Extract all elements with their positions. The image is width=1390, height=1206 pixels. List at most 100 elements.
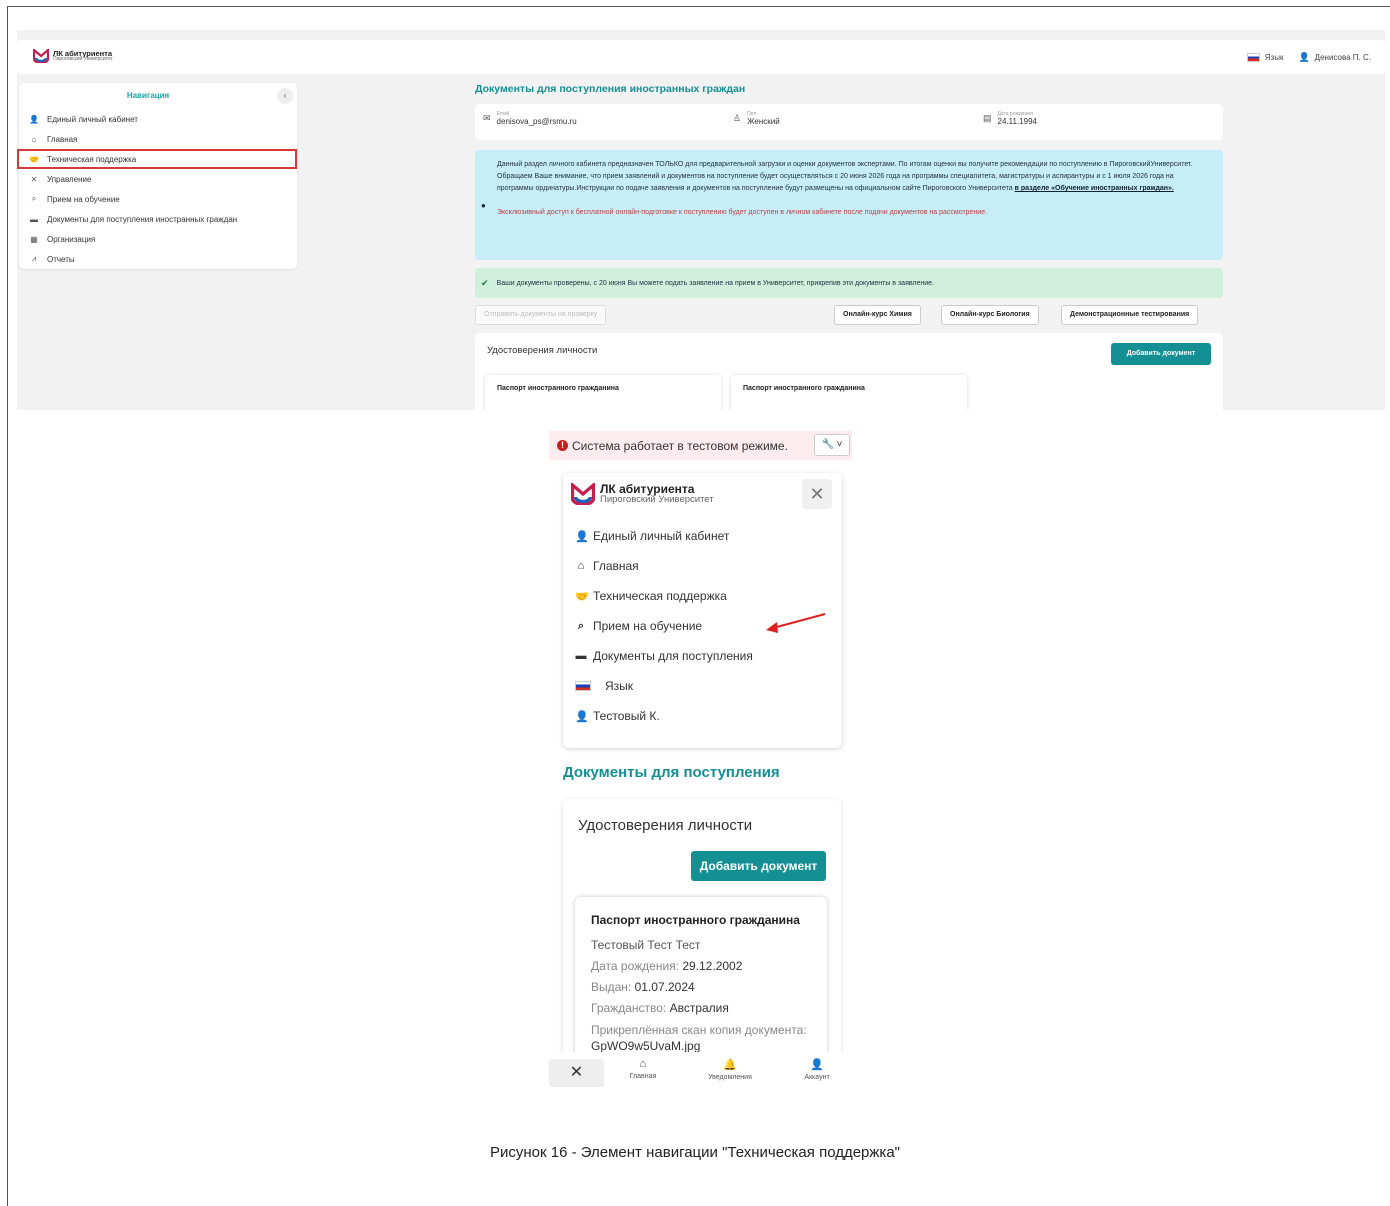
nav-item-tech-support[interactable]: 🤝 Техническая поддержка (17, 149, 297, 169)
info-icon: ● (481, 201, 486, 210)
app-logo[interactable]: ЛК абитуриента Пироговский Университет (33, 49, 113, 63)
nav-list: 👤 Единый личный кабинет ⌂ Главная 🤝 Техниче… (17, 109, 297, 269)
nav-item-label: Организация (47, 234, 96, 244)
menu-item-tech-support[interactable]: 🤝 Техническая поддержка (563, 581, 842, 611)
info-paragraph-2: Обращаем Ваше внимание, что прием заявле… (497, 171, 1211, 195)
menu-item-label: Техническая поддержка (593, 589, 727, 603)
passport-card-1[interactable]: Паспорт иностранного гражданина (485, 375, 721, 410)
nav-item-label: Управление (47, 174, 92, 184)
gender-value: Женский (747, 117, 780, 126)
email-value: denisova_ps@rsmu.ru (496, 117, 577, 126)
menu-item-label: Документы для поступления (593, 649, 753, 663)
demo-tests-button[interactable]: Демонстрационные тестирования (1061, 305, 1199, 325)
app-logo[interactable]: ЛК абитуриента Пироговский Университет (571, 483, 714, 505)
nav-item-organization[interactable]: ▦ Организация (19, 229, 297, 249)
bottom-nav-home-label: Главная (629, 1073, 657, 1080)
profile-card: ✉ Email denisova_ps@rsmu.ru ♙ Пол Женский … (475, 104, 1223, 140)
biology-course-button[interactable]: Онлайн-курс Биология (941, 305, 1039, 325)
issued-value: 01.07.2024 (634, 980, 695, 994)
mobile-page-title: Документы для поступления (563, 764, 780, 781)
foreign-education-link[interactable]: в разделе «Обучение иностранных граждан»… (1015, 185, 1174, 192)
menu-item-label: Тестовый К. (593, 709, 660, 723)
top-right-controls: Язык 👤 Денисова П. С. (1246, 52, 1371, 63)
nav-item-admission[interactable]: ⌕ Прием на обучение (19, 189, 297, 209)
logo-mark-icon (33, 49, 49, 63)
mobile-identity-card: Удостоверения личности Добавить документ… (563, 799, 841, 1091)
home-icon: ⌂ (31, 134, 37, 144)
page-title: Документы для поступления иностранных гр… (475, 83, 746, 95)
chemistry-course-button[interactable]: Онлайн-курс Химия (834, 305, 921, 325)
bottom-nav-notifications-label: Уведомления (708, 1074, 752, 1081)
add-document-button[interactable]: Добавить документ (691, 851, 826, 881)
tools-icon: ✕ (30, 174, 38, 184)
user-icon: 👤 (1298, 52, 1310, 62)
passport-birthdate: Дата рождения: 29.12.2002 (591, 956, 811, 977)
logo-mark-icon (571, 483, 595, 505)
send-for-review-button[interactable]: Отправить документы на проверку (475, 305, 607, 325)
close-icon[interactable]: ✕ (549, 1059, 604, 1087)
passport-card-2[interactable]: Паспорт иностранного гражданина (731, 375, 967, 410)
home-icon: ⌂ (577, 560, 585, 572)
logo-subtitle: Пироговский Университет (53, 56, 113, 63)
birth-value: 29.12.2002 (682, 959, 743, 973)
russian-flag-icon (575, 681, 591, 691)
menu-item-home[interactable]: ⌂ Главная (563, 551, 842, 581)
nav-item-label: Документы для поступления иностранных гр… (47, 214, 238, 224)
red-arrow-annotation-icon (766, 613, 826, 633)
scan-file-link[interactable]: GpWO9w5UvaM.jpg (591, 1039, 700, 1053)
nav-item-home[interactable]: ⌂ Главная (19, 129, 297, 149)
nav-item-foreign-docs[interactable]: ▬ Документы для поступления иностранных г… (19, 209, 297, 229)
user-icon: 👤 (810, 1059, 824, 1071)
nav-item-reports[interactable]: ⩘ Отчеты (19, 249, 297, 269)
menu-item-unified-account[interactable]: 👤 Единый личный кабинет (563, 521, 842, 551)
menu-item-language[interactable]: Язык (563, 671, 842, 701)
bottom-nav-home[interactable]: ⌂ Главная (625, 1058, 661, 1080)
collapse-chevron-icon[interactable]: ‹ (277, 88, 293, 104)
birth-label: Дата рождения: (591, 959, 679, 973)
birthdate-field: ▤ Дата рождения 24.11.1994 (983, 111, 1037, 126)
nav-item-management[interactable]: ✕ Управление (19, 169, 297, 189)
menu-item-label: Единый личный кабинет (593, 529, 730, 543)
info-paragraph-1: Данный раздел личного кабинета предназна… (497, 161, 1193, 168)
language-label[interactable]: Язык (1265, 53, 1284, 62)
chart-icon: ⩘ (31, 254, 37, 263)
person-outline-icon: ♙ (733, 113, 742, 123)
nav-item-label: Техническая поддержка (47, 154, 137, 164)
scan-label: Прикреплённая скан копия документа: (591, 1023, 807, 1037)
search-icon: ⌕ (31, 194, 37, 203)
user-name[interactable]: Денисова П. С. (1315, 53, 1371, 62)
user-icon: 👤 (575, 710, 589, 723)
nav-item-label: Главная (47, 134, 78, 144)
russian-flag-icon[interactable] (1246, 53, 1260, 62)
top-bar: ЛК абитуриента Пироговский Университет Я… (17, 40, 1385, 74)
menu-item-label: Язык (605, 679, 634, 693)
success-alert: ✔ Ваши документы проверены, с 20 июня Вы… (475, 268, 1223, 298)
home-icon: ⌂ (639, 1058, 647, 1070)
nav-item-unified-account[interactable]: 👤 Единый личный кабинет (19, 109, 297, 129)
gender-field: ♙ Пол Женский (733, 111, 780, 126)
bottom-nav-account[interactable]: 👤 Аккаунт (799, 1058, 835, 1081)
bell-icon: 🔔 (723, 1059, 737, 1071)
building-icon: ▦ (30, 234, 38, 244)
mobile-bottom-nav: ✕ ⌂ Главная 🔔 Уведомления 👤 Аккаунт (549, 1052, 852, 1092)
close-menu-button[interactable]: ✕ (802, 479, 832, 509)
alert-icon: ! (557, 440, 568, 451)
figure-caption: Рисунок 16 - Элемент навигации "Техничес… (489, 1144, 900, 1161)
check-circle-icon: ✔ (481, 277, 489, 288)
add-document-button[interactable]: Добавить документ (1111, 343, 1211, 365)
passport-title: Паспорт иностранного гражданина (591, 913, 800, 927)
bottom-nav-notifications[interactable]: 🔔 Уведомления (702, 1058, 758, 1081)
logo-subtitle: Пироговский Университет (600, 494, 714, 506)
bottom-nav-account-label: Аккаунт (804, 1074, 830, 1081)
user-icon: 👤 (575, 530, 589, 543)
nav-title: Навигация (126, 91, 170, 100)
citizenship-value: Австралия (669, 1001, 729, 1015)
menu-item-account[interactable]: 👤 Тестовый К. (563, 701, 842, 731)
action-buttons: Отправить документы на проверку Онлайн-к… (475, 305, 1223, 325)
nav-item-label: Отчеты (47, 254, 75, 264)
citizenship-label: Гражданство: (591, 1001, 667, 1015)
identity-section-title: Удостоверения личности (578, 817, 753, 834)
wrench-dropdown-button[interactable]: 🔧 ˅ (814, 434, 850, 456)
test-mode-text: Система работает в тестовом режиме. (572, 438, 788, 453)
menu-item-documents[interactable]: ▬ Документы для поступления (563, 641, 842, 671)
